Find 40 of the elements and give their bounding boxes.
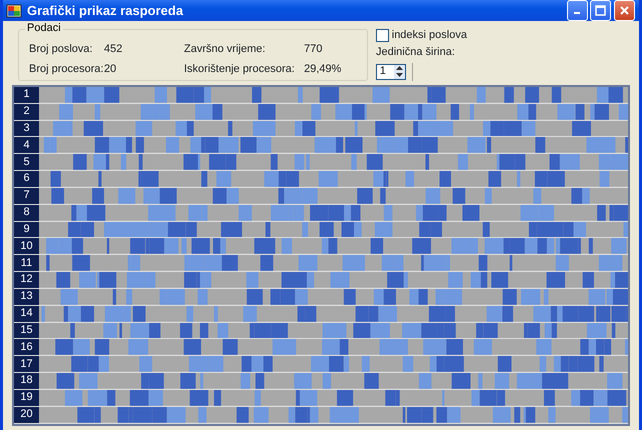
field-label: Iskorištenje procesora: [184, 63, 296, 76]
field-value: 20 [104, 63, 118, 76]
field-label: Jedinična širina: [376, 46, 456, 59]
row-number: 15 [14, 322, 39, 338]
close-button[interactable] [614, 0, 635, 21]
close-icon [619, 5, 630, 16]
row-number: 4 [14, 137, 39, 154]
row-number: 19 [14, 390, 39, 406]
row-number: 18 [14, 373, 39, 389]
row-number: 8 [14, 204, 39, 221]
row-number: 10 [14, 238, 39, 254]
field-label: Završno vrijeme: [184, 43, 266, 56]
row-number: 17 [14, 356, 39, 372]
row-number: 6 [14, 171, 39, 187]
row-number: 12 [14, 272, 39, 288]
row-number: 20 [14, 406, 39, 423]
window-title: Grafički prikaz rasporeda [27, 2, 184, 18]
row-number: 9 [14, 222, 39, 238]
field-value: 29,49% [304, 63, 342, 76]
row-number: 14 [14, 306, 39, 322]
number-spinner[interactable]: 1 [376, 64, 406, 80]
row-number: 3 [14, 120, 39, 136]
row-number: 2 [14, 104, 39, 120]
row-number: 1 [14, 87, 39, 103]
spin-arrows-icon[interactable] [394, 64, 405, 79]
maximize-button[interactable] [590, 0, 612, 21]
field-label: Broj poslova: [29, 43, 94, 56]
minimize-button[interactable] [566, 0, 588, 21]
maximize-icon [595, 5, 606, 16]
row-number: 5 [14, 154, 39, 170]
row-number: 7 [14, 188, 39, 204]
checkbox-label[interactable]: indeksi poslova [392, 28, 467, 42]
field-value: 770 [304, 43, 324, 56]
row-number: 11 [14, 255, 39, 272]
field-value: 452 [104, 43, 124, 56]
row-number: 16 [14, 339, 39, 356]
field-label: Broj procesora: [29, 63, 104, 76]
row-number: 13 [14, 288, 39, 305]
checkbox[interactable] [376, 28, 389, 42]
app-icon [6, 2, 22, 18]
